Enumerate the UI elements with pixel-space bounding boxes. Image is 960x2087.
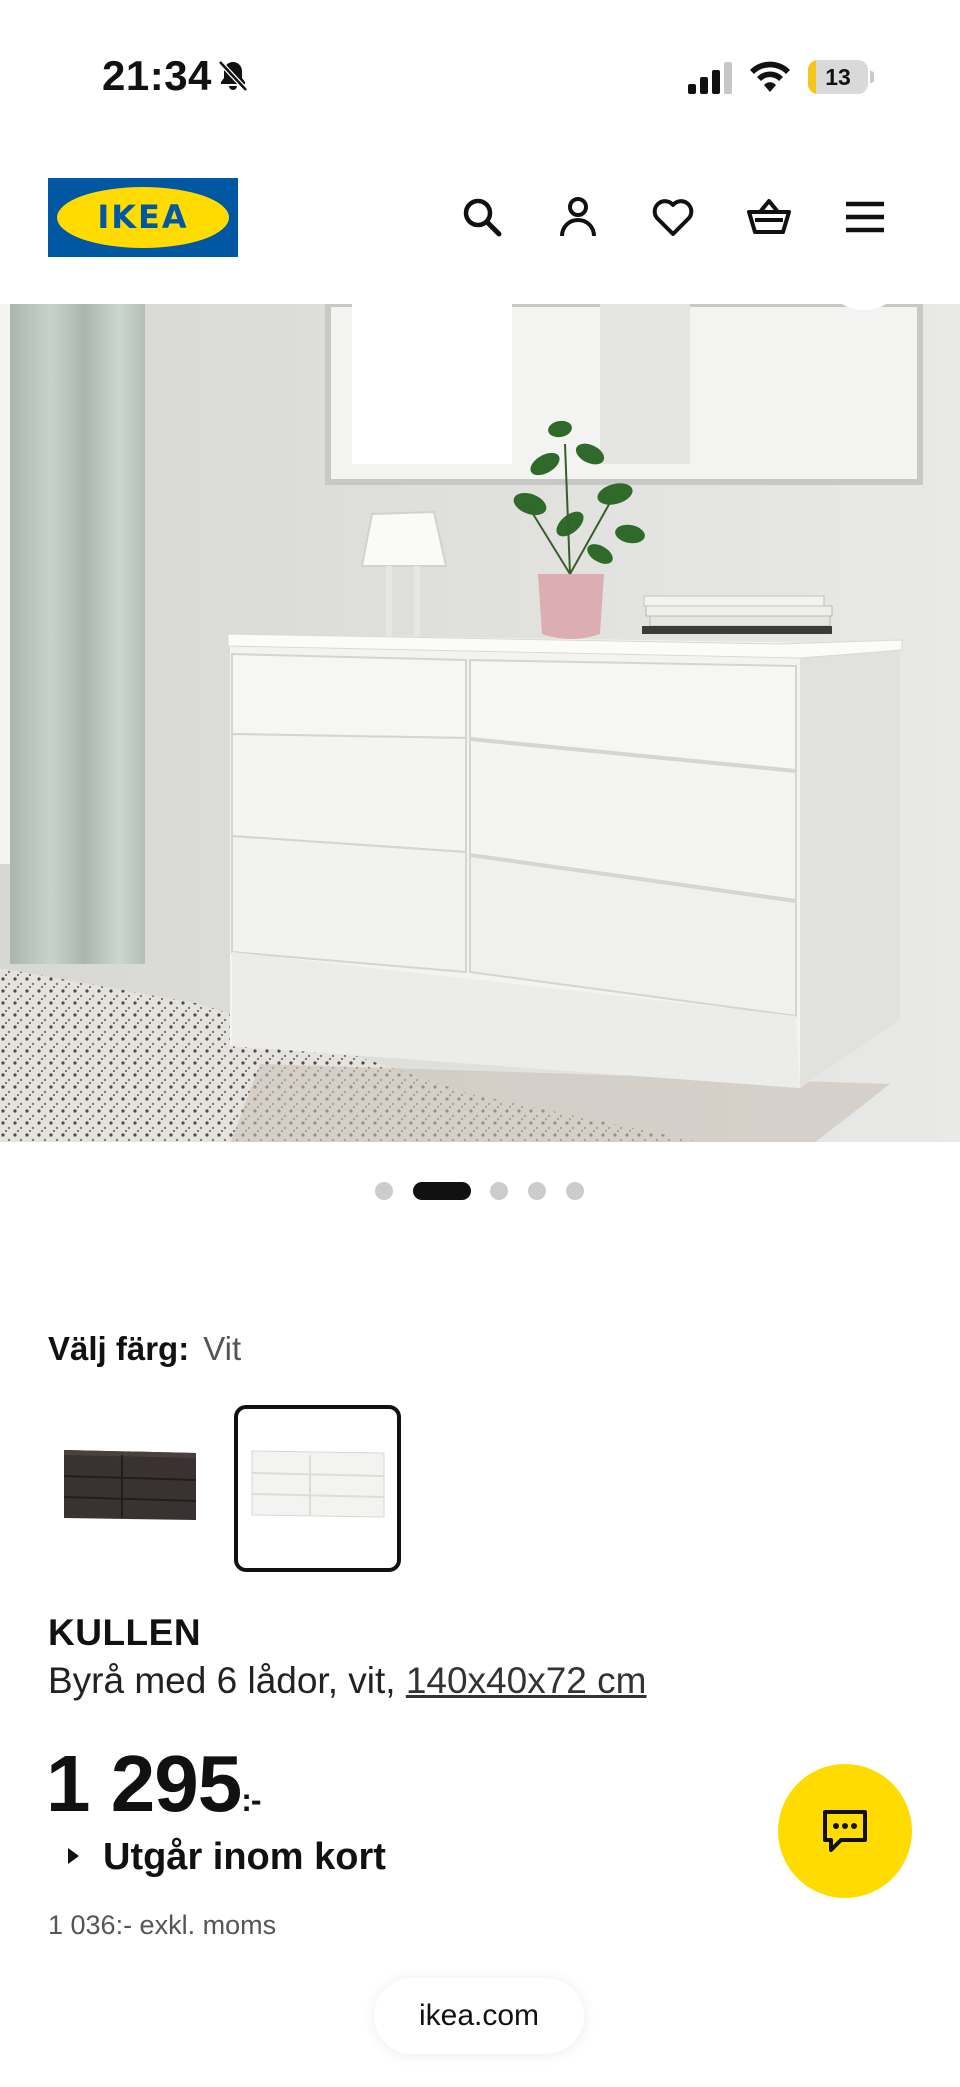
basket-button[interactable] [742, 190, 796, 244]
availability-toggle[interactable]: Utgår inom kort [68, 1836, 386, 1879]
battery-icon: 13 [808, 60, 874, 94]
caret-right-icon [68, 1847, 79, 1864]
basket-icon [747, 199, 791, 234]
menu-button[interactable] [838, 190, 892, 244]
dresser-room-illustration [0, 304, 960, 1142]
bell-off-icon [218, 60, 248, 92]
browser-url-bar[interactable]: ikea.com [374, 1978, 584, 2054]
white-dresser-thumbnail [251, 1450, 385, 1518]
product-price: 1 295:- [46, 1738, 262, 1830]
search-icon [463, 198, 502, 237]
carousel-dot[interactable] [566, 1182, 584, 1200]
search-button[interactable] [455, 190, 509, 244]
account-icon [560, 197, 596, 237]
battery-level: 13 [825, 64, 851, 90]
color-swatch-white[interactable] [234, 1405, 401, 1572]
favourites-button[interactable] [646, 190, 700, 244]
product-image[interactable] [0, 304, 960, 1142]
color-swatch-dark[interactable] [48, 1408, 208, 1568]
account-button[interactable] [551, 190, 605, 244]
carousel-dot-active[interactable] [413, 1182, 471, 1200]
color-label: Välj färg: [48, 1330, 190, 1367]
availability-text: Utgår inom kort [103, 1836, 386, 1878]
battery-body: 13 [808, 60, 868, 94]
price-suffix: :- [241, 1782, 261, 1818]
wifi-icon [750, 61, 790, 92]
menu-icon [846, 201, 884, 233]
carousel-dot[interactable] [528, 1182, 546, 1200]
heart-icon [652, 199, 694, 236]
status-time: 21:34 [102, 52, 212, 99]
chat-icon [823, 1810, 867, 1852]
status-bar: 21:34 13 [0, 0, 960, 150]
price-excl-vat: 1 036:- exkl. moms [48, 1910, 277, 1940]
product-description: Byrå med 6 lådor, vit, 140x40x72 cm [48, 1660, 646, 1702]
chat-button[interactable] [778, 1764, 912, 1898]
battery-tip [870, 71, 874, 83]
logo-text: IKEA [97, 198, 189, 236]
carousel-dot[interactable] [375, 1182, 393, 1200]
price-value: 1 295 [46, 1739, 242, 1828]
carousel-dots [0, 1180, 960, 1202]
product-description-text: Byrå med 6 lådor, vit, [48, 1660, 406, 1701]
signal-icon [688, 62, 732, 94]
carousel-dot[interactable] [490, 1182, 508, 1200]
product-name: KULLEN [48, 1612, 202, 1653]
product-size-link[interactable]: 140x40x72 cm [406, 1660, 647, 1701]
dark-dresser-thumbnail [63, 1450, 197, 1520]
ikea-logo[interactable]: IKEA [48, 178, 238, 257]
color-value: Vit [203, 1330, 242, 1367]
site-header: IKEA [0, 150, 960, 304]
color-selector-label: Välj färg: Vit [48, 1330, 241, 1368]
